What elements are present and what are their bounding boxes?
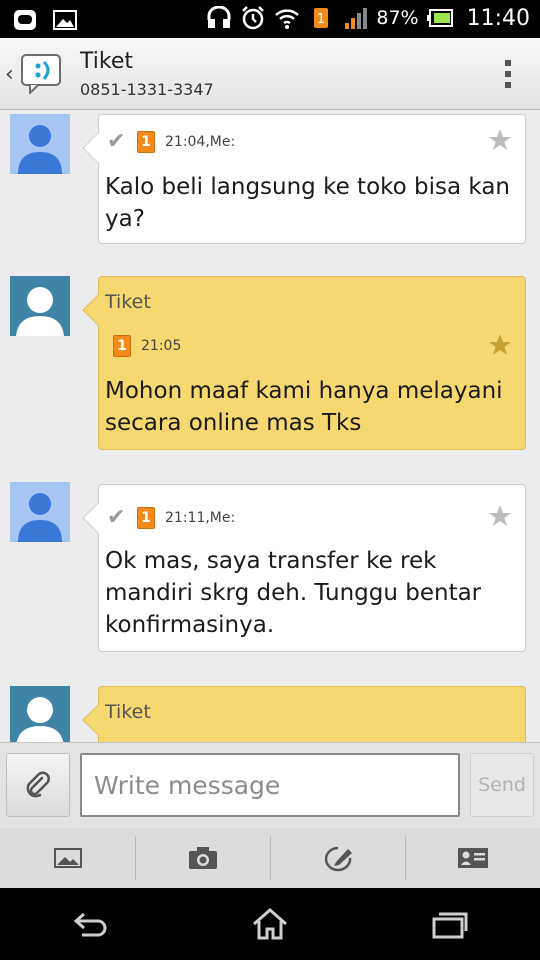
sim-badge: 1 <box>137 506 155 529</box>
delivered-check-icon: ✔ <box>107 505 126 530</box>
gallery-icon <box>53 848 82 868</box>
svg-text:1: 1 <box>317 12 325 27</box>
camera-icon <box>188 847 217 869</box>
sketch-button[interactable] <box>270 828 405 888</box>
message-text: Mohon maaf kami hanya melayani secara on… <box>105 378 503 436</box>
delivered-check-icon: ✔ <box>107 129 126 154</box>
clock: 11:40 <box>466 5 530 31</box>
alarm-icon <box>240 5 266 31</box>
wifi-icon <box>274 5 300 31</box>
gallery-button[interactable] <box>0 828 135 888</box>
sim-badge: 1 <box>137 130 155 153</box>
message-meta: 21:05 <box>141 338 182 354</box>
navigation-bar <box>0 888 540 960</box>
contact-avatar <box>10 276 70 336</box>
line-app-icon <box>12 7 38 33</box>
sender-name: Tiket <box>105 701 151 723</box>
nav-back-button[interactable] <box>0 888 180 960</box>
send-button[interactable]: Send <box>470 753 534 817</box>
signal-icon <box>342 5 368 31</box>
action-bar: ‹ Tiket 0851-1331-3347 <box>0 38 540 110</box>
attachment-toolbar <box>0 828 540 888</box>
recents-icon <box>432 912 468 939</box>
message-bubble[interactable]: ✔ 1 21:11,Me: Ok mas, saya transfer ke r… <box>82 484 526 652</box>
headset-icon <box>206 5 232 31</box>
paperclip-icon <box>26 771 50 798</box>
attach-button[interactable] <box>6 753 70 817</box>
battery-icon <box>426 5 453 31</box>
my-avatar <box>10 482 70 542</box>
sim-badge: 1 <box>113 335 131 357</box>
message-text: Kalo beli langsung ke toko bisa kan ya? <box>105 174 510 232</box>
status-bar: 1 87% 11:40 <box>0 0 540 38</box>
contact-avatar <box>10 686 70 742</box>
messaging-app-icon[interactable] <box>20 52 66 96</box>
star-icon[interactable] <box>487 332 513 358</box>
contact-card-icon <box>457 848 488 868</box>
sender-name: Tiket <box>105 291 151 313</box>
overflow-menu-icon[interactable] <box>504 60 512 90</box>
conversation-phone-number: 0851-1331-3347 <box>80 80 214 99</box>
message-text: Ok mas, saya transfer ke rek mandiri skr… <box>105 548 482 638</box>
up-chevron-icon[interactable]: ‹ <box>5 62 14 87</box>
my-avatar <box>10 114 70 174</box>
home-icon <box>253 908 287 940</box>
contact-card-button[interactable] <box>405 828 540 888</box>
conversation-list[interactable]: ✔ 1 21:04,Me: Kalo beli langsung ke toko… <box>0 110 540 742</box>
conversation-title: Tiket <box>80 49 133 74</box>
image-notification-icon <box>52 7 78 33</box>
message-bubble[interactable]: Tiket 1 21:05 Mohon maaf kami hanya mela… <box>82 276 526 450</box>
message-meta: 21:04,Me: <box>165 133 236 150</box>
message-meta: 21:11,Me: <box>165 509 236 526</box>
message-bubble[interactable]: Tiket <box>82 686 526 742</box>
sim-icon: 1 <box>308 5 334 31</box>
back-icon <box>73 912 107 937</box>
message-bubble[interactable]: ✔ 1 21:04,Me: Kalo beli langsung ke toko… <box>82 114 526 244</box>
sketch-icon <box>324 846 352 872</box>
camera-button[interactable] <box>135 828 270 888</box>
nav-recents-button[interactable] <box>360 888 540 960</box>
nav-home-button[interactable] <box>180 888 360 960</box>
star-icon[interactable] <box>487 127 513 153</box>
star-icon[interactable] <box>487 503 513 529</box>
message-input[interactable] <box>80 753 460 817</box>
compose-bar: Send <box>0 742 540 828</box>
battery-percent: 87% <box>376 7 419 29</box>
